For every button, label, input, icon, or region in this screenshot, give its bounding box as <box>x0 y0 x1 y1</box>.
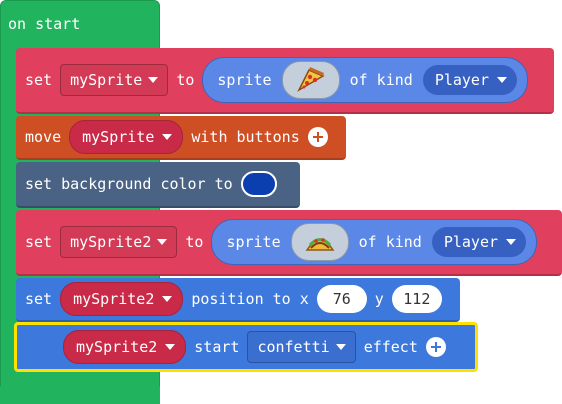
sprite-create-block[interactable]: sprite of kind Player <box>202 57 528 103</box>
sprite-image-picker[interactable] <box>290 223 349 261</box>
variable-name: mySprite2 <box>76 338 158 356</box>
chevron-down-icon <box>162 296 173 302</box>
effect-dropdown[interactable]: confetti <box>247 331 356 363</box>
chevron-down-icon <box>497 77 507 83</box>
set-sprite-block[interactable]: set mySprite to sprite of kind Player <box>16 48 554 114</box>
set-keyword: set <box>25 290 53 308</box>
to-label: to <box>176 71 195 89</box>
sprite-label: sprite <box>226 233 281 251</box>
effect-label: effect <box>363 338 418 356</box>
taco-icon <box>305 238 335 251</box>
kind-dropdown[interactable]: Player <box>422 65 517 95</box>
background-label: set background color to <box>25 175 233 193</box>
variable-dropdown[interactable]: mySprite <box>60 64 169 96</box>
kind-dropdown[interactable]: Player <box>431 227 527 257</box>
variable-name: mySprite2 <box>70 233 152 251</box>
of-kind-label: of kind <box>349 71 413 89</box>
expand-plus-icon[interactable] <box>307 127 328 147</box>
on-start-bottom <box>0 386 160 404</box>
variable-dropdown[interactable]: mySprite2 <box>60 226 178 258</box>
set-position-block[interactable]: set mySprite2 position to x 76 y 112 <box>16 278 460 322</box>
chevron-down-icon <box>162 134 173 140</box>
y-label: y <box>374 290 384 308</box>
set-keyword: set <box>25 233 53 251</box>
chevron-down-icon <box>335 344 346 350</box>
variable-name: mySprite2 <box>73 290 155 308</box>
move-with-buttons-block[interactable]: move mySprite with buttons <box>16 116 346 160</box>
y-input[interactable]: 112 <box>391 285 442 313</box>
set-keyword: set <box>25 71 53 89</box>
color-swatch[interactable] <box>240 171 277 197</box>
variable-dropdown[interactable]: mySprite <box>69 120 184 154</box>
of-kind-label: of kind <box>358 233 422 251</box>
on-start-label: on start <box>8 15 81 33</box>
set-sprite2-block[interactable]: set mySprite2 to sprite of kind Player <box>16 210 562 276</box>
sprite-create-block[interactable]: sprite of kind Player <box>211 219 538 265</box>
chevron-down-icon <box>165 344 176 350</box>
expand-plus-icon[interactable] <box>425 337 446 357</box>
chevron-down-icon <box>506 239 517 245</box>
position-to-x-label: position to x <box>191 290 309 308</box>
x-input[interactable]: 76 <box>316 285 367 313</box>
variable-name: mySprite <box>82 128 155 146</box>
variable-name: mySprite <box>70 71 143 89</box>
effect-name: confetti <box>257 338 330 356</box>
start-label: start <box>194 338 240 356</box>
variable-dropdown[interactable]: mySprite2 <box>60 282 184 316</box>
with-buttons-label: with buttons <box>191 128 300 146</box>
to-label: to <box>185 233 204 251</box>
variable-dropdown[interactable]: mySprite2 <box>63 330 187 364</box>
chevron-down-icon <box>148 77 159 83</box>
move-keyword: move <box>25 128 62 146</box>
sprite-label: sprite <box>217 71 272 89</box>
set-background-color-block[interactable]: set background color to <box>16 162 300 208</box>
sprite-image-picker[interactable] <box>281 61 340 99</box>
chevron-down-icon <box>157 239 168 245</box>
start-effect-block[interactable]: mySprite2 start confetti effect <box>14 322 478 372</box>
kind-value: Player <box>443 233 499 251</box>
kind-value: Player <box>434 71 489 89</box>
pizza-icon <box>296 67 325 92</box>
